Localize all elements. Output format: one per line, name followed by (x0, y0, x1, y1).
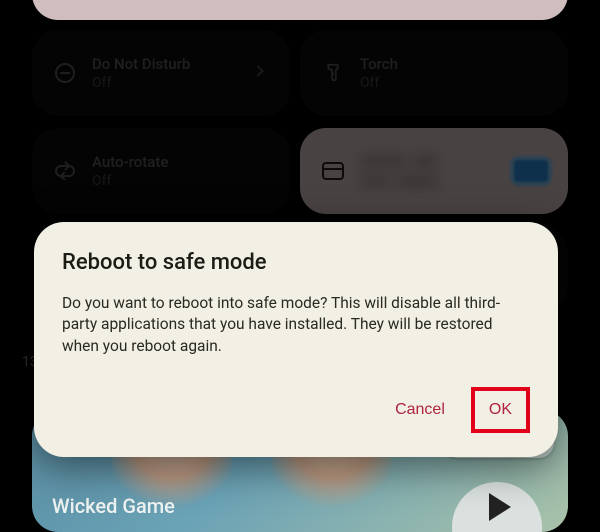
chevron-right-icon (250, 61, 270, 85)
qs-tile-title: Torch (360, 55, 398, 73)
rotate-icon (52, 158, 78, 184)
play-button[interactable] (452, 482, 542, 532)
qs-tile-torch[interactable]: Torch Off (300, 30, 568, 116)
cancel-button[interactable]: Cancel (387, 391, 453, 429)
safe-mode-dialog: Reboot to safe mode Do you want to reboo… (34, 222, 558, 457)
qs-tile-title: Do Not Disturb (92, 55, 190, 73)
qs-tile-dnd[interactable]: Do Not Disturb Off (32, 30, 290, 116)
qs-tile-autorotate[interactable]: Auto-rotate Off (32, 128, 290, 214)
qs-tile-sub: Off (92, 173, 168, 189)
qs-tile-sub: Off (92, 75, 190, 91)
wallet-blurred-content (360, 154, 438, 188)
qs-tile-partial-top (32, 0, 568, 20)
ok-button[interactable]: OK (487, 395, 514, 425)
dialog-actions: Cancel OK (62, 387, 530, 433)
torch-icon (320, 60, 346, 86)
dialog-title: Reboot to safe mode (62, 250, 530, 275)
ok-highlight-box: OK (471, 387, 530, 433)
dnd-icon (52, 60, 78, 86)
qs-tile-title: Auto-rotate (92, 153, 168, 171)
wallet-icon (320, 158, 346, 184)
wallet-card-thumb (514, 160, 548, 182)
qs-tile-wallet[interactable] (300, 128, 568, 214)
dialog-body: Do you want to reboot into safe mode? Th… (62, 293, 530, 357)
quick-settings-background: Do Not Disturb Off Torch Off Auto-rotate… (0, 0, 600, 532)
media-track-title: Wicked Game (52, 494, 175, 518)
qs-tile-sub: Off (360, 75, 398, 91)
